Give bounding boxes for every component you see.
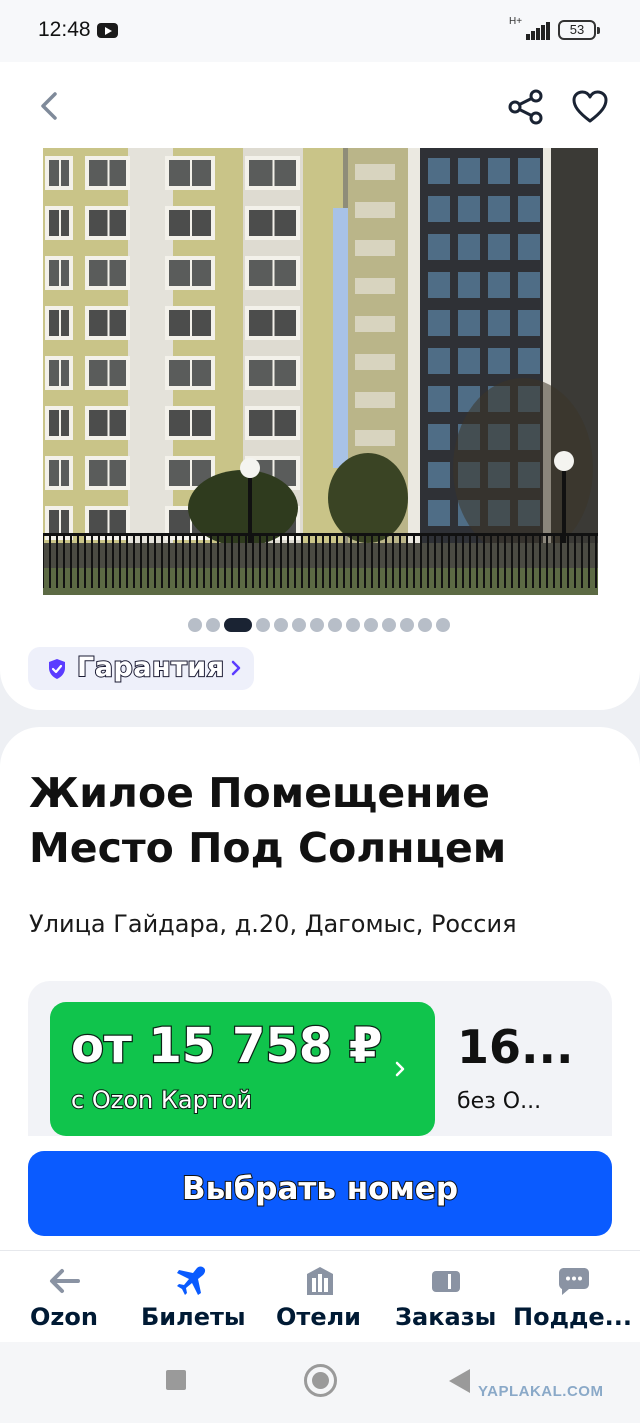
battery-icon: 53 — [558, 20, 600, 40]
tab-label: Билеты — [141, 1303, 246, 1331]
guarantee-badge[interactable]: Гарантия — [28, 647, 254, 690]
share-icon[interactable] — [507, 88, 545, 126]
pagination-dot — [436, 618, 450, 632]
back-arrow-icon[interactable] — [36, 88, 62, 124]
hotel-icon — [307, 1267, 333, 1295]
favorite-heart-icon[interactable] — [570, 88, 610, 126]
airplane-icon — [177, 1266, 206, 1295]
status-bar: 12:48 H+ 53 — [0, 0, 640, 62]
bottom-tab-bar: Ozon Билеты Отели Заказы Подде... — [0, 1250, 640, 1342]
select-room-label: Выбрать номер — [181, 1170, 459, 1208]
pagination-dot — [382, 618, 396, 632]
pagination-dot — [274, 618, 288, 632]
recent-apps-icon[interactable] — [166, 1370, 186, 1390]
network-type: H+ — [509, 16, 523, 27]
pagination-dot — [400, 618, 414, 632]
pagination-dot — [310, 618, 324, 632]
pagination-dot — [418, 618, 432, 632]
price-with-card-caption: с Ozon Картой — [70, 1085, 253, 1115]
chat-icon — [559, 1268, 589, 1295]
status-time: 12:48 — [38, 18, 91, 41]
pagination-dot — [206, 618, 220, 632]
price-without-card-caption: без О... — [457, 1089, 542, 1114]
signal-icon — [526, 22, 550, 40]
tab-ozon[interactable]: Ozon — [0, 1251, 128, 1343]
pagination-dot — [292, 618, 306, 632]
system-back-icon[interactable] — [449, 1369, 470, 1393]
hotel-photo[interactable] — [43, 148, 598, 595]
tab-label: Подде... — [513, 1303, 632, 1331]
orders-icon — [432, 1271, 460, 1292]
tab-support[interactable]: Подде... — [512, 1251, 640, 1343]
pagination-dot — [364, 618, 378, 632]
tab-hotels[interactable]: Отели — [256, 1251, 384, 1343]
tab-tickets[interactable]: Билеты — [128, 1251, 256, 1343]
hotel-address[interactable]: Улица Гайдара, д.20, Дагомыс, Россия — [29, 910, 517, 938]
pagination-dot — [256, 618, 270, 632]
gallery-pagination[interactable] — [188, 617, 450, 633]
watermark: YAPLAKAL.COM — [478, 1383, 604, 1400]
tab-label: Ozon — [30, 1303, 98, 1331]
hotel-title: Жилое Помещение Место Под Солнцем — [29, 769, 507, 872]
tab-label: Отели — [276, 1303, 361, 1331]
price-with-card: от 15 758 ₽ — [70, 1017, 384, 1076]
tab-label: Заказы — [395, 1303, 497, 1331]
pagination-dot — [224, 618, 252, 632]
shield-check-icon — [49, 659, 65, 679]
arrow-left-icon — [50, 1269, 80, 1293]
chevron-right-icon — [395, 1061, 405, 1077]
guarantee-label: Гарантия — [76, 651, 225, 684]
home-icon[interactable] — [304, 1364, 337, 1397]
tab-orders[interactable]: Заказы — [384, 1251, 512, 1343]
pagination-dot — [328, 618, 342, 632]
price-without-card[interactable]: 16... — [457, 1020, 573, 1074]
pagination-dot — [188, 618, 202, 632]
select-room-button[interactable]: Выбрать номер — [28, 1151, 612, 1236]
youtube-notification-icon — [97, 23, 118, 38]
pagination-dot — [346, 618, 360, 632]
chevron-right-icon — [231, 660, 241, 676]
